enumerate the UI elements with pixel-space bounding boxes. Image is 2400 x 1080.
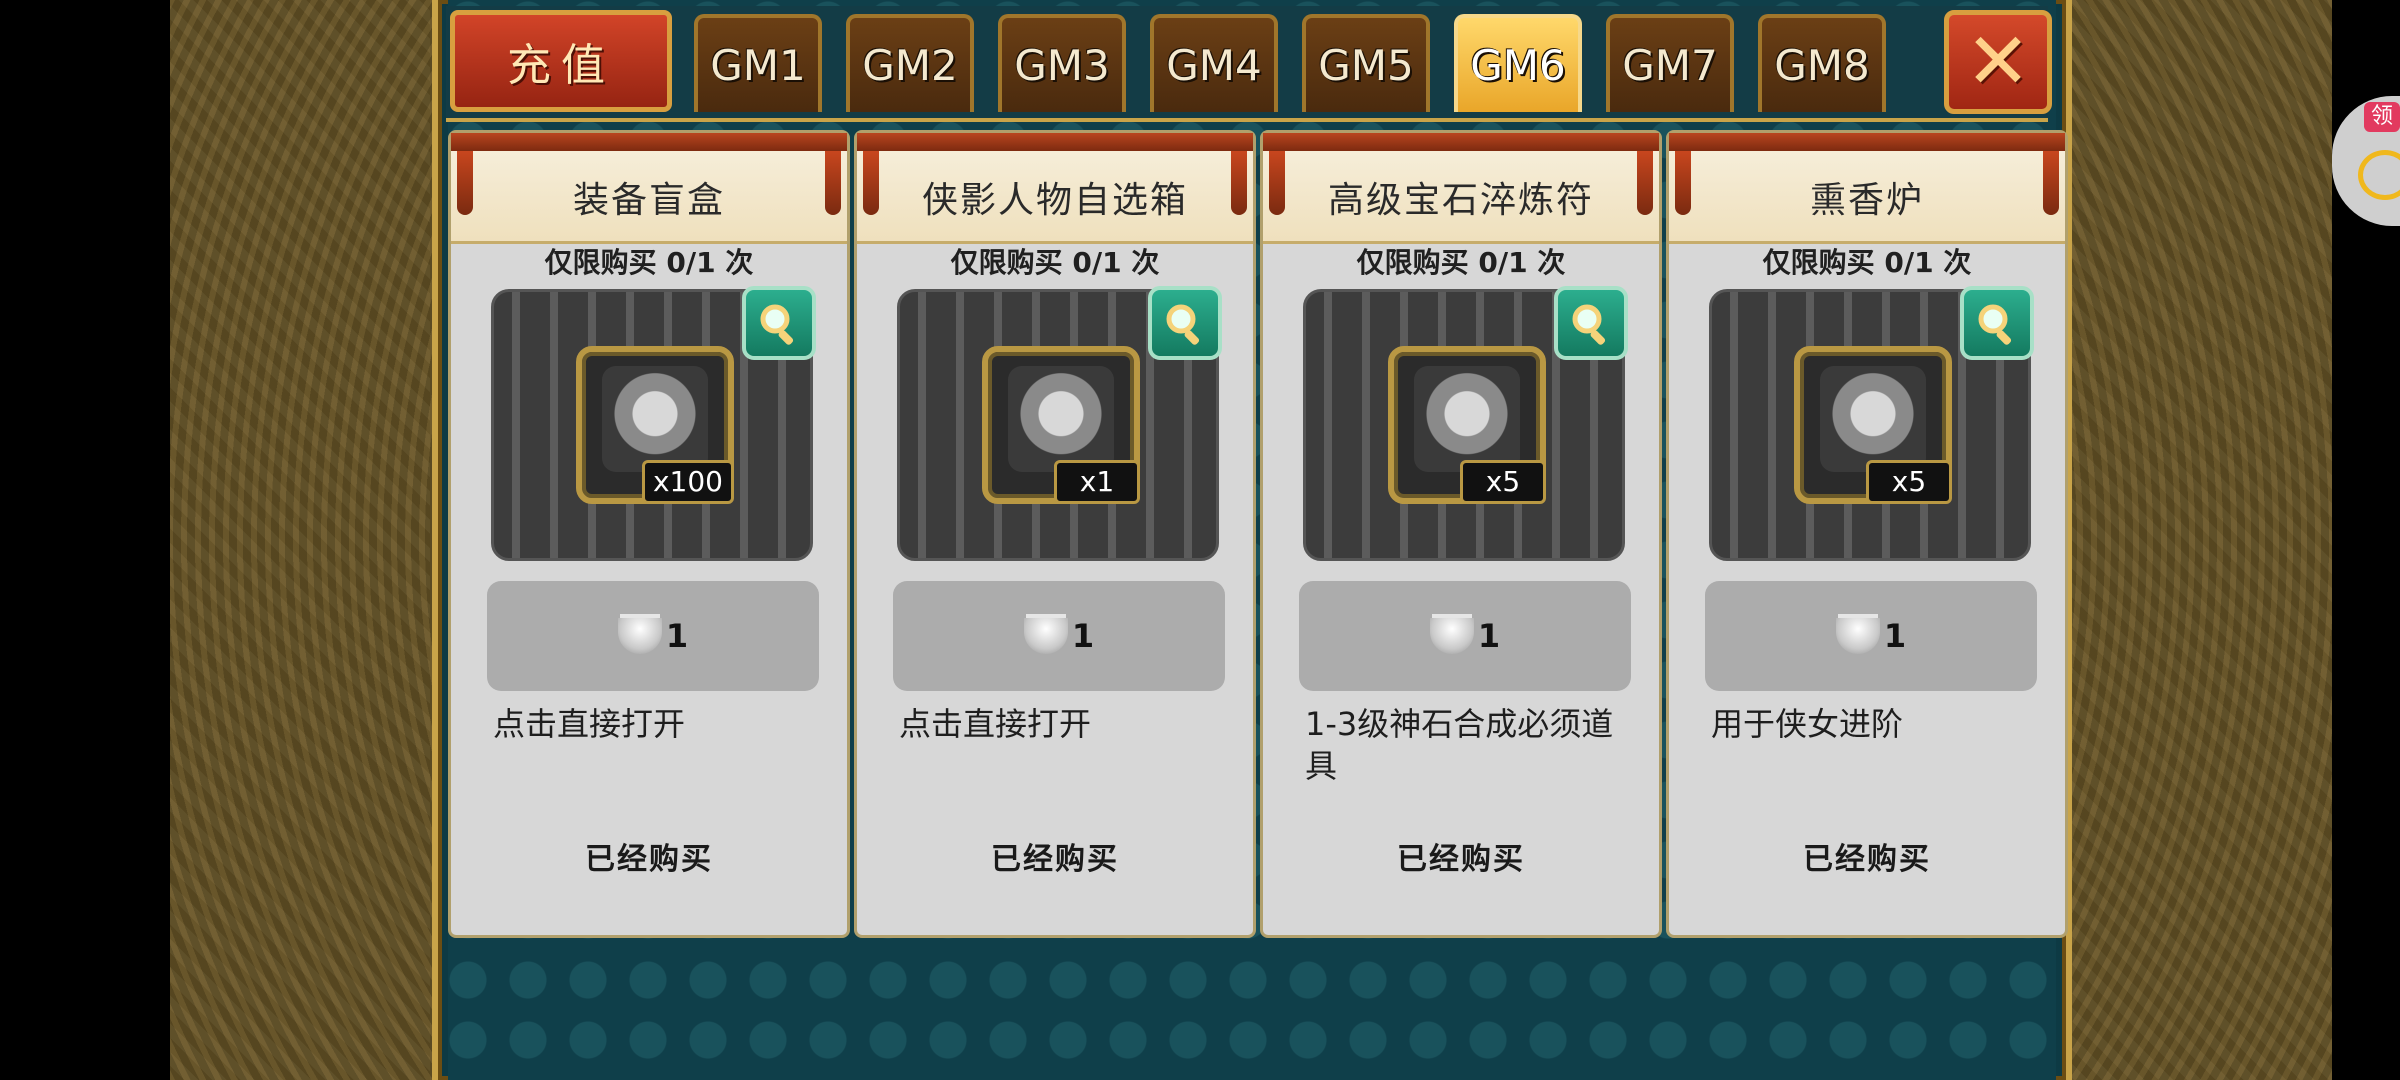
price: 1: [1477, 617, 1501, 655]
tab-gm3[interactable]: GM3: [998, 14, 1126, 112]
tab-gm1[interactable]: GM1: [694, 14, 822, 112]
background-pattern-left: [170, 0, 430, 1080]
item-display: x5: [1709, 286, 2034, 561]
purchase-status: 已经购买: [585, 842, 713, 877]
tab-gm4[interactable]: GM4: [1150, 14, 1278, 112]
buy-button[interactable]: 1: [1299, 581, 1631, 691]
silver-ingot-icon: [617, 618, 662, 654]
card-header: 装备盲盒: [451, 133, 847, 244]
card-header: 侠影人物自选箱: [857, 133, 1253, 244]
card-title: 高级宝石淬炼符: [1327, 180, 1594, 221]
purchase-limit: 仅限购买 0/1 次: [544, 246, 754, 279]
card-header: 熏香炉: [1669, 133, 2065, 244]
item-description: 用于侠女进阶: [1711, 705, 1904, 743]
purchase-status: 已经购买: [991, 842, 1119, 877]
buy-button[interactable]: 1: [487, 581, 819, 691]
close-button[interactable]: ✕: [1944, 10, 2052, 114]
item-quantity: x1: [1054, 460, 1140, 504]
recharge-tab[interactable]: 充值: [450, 10, 672, 112]
incense-burner-icon: [1820, 366, 1926, 472]
scroll-rod: [1669, 133, 2065, 151]
price: 1: [665, 617, 689, 655]
item-grid: 装备盲盒 仅限购买 0/1 次 x100 1 点击直接打开 已经购买 侠影人物自…: [448, 130, 2068, 938]
purchase-limit: 仅限购买 0/1 次: [950, 246, 1160, 279]
item-display: x1: [897, 286, 1222, 561]
purchase-limit: 仅限购买 0/1 次: [1356, 246, 1566, 279]
buy-button[interactable]: 1: [893, 581, 1225, 691]
card-title: 侠影人物自选箱: [921, 180, 1188, 221]
tab-gm7[interactable]: GM7: [1606, 14, 1734, 112]
card-header: 高级宝石淬炼符: [1263, 133, 1659, 244]
close-icon: ✕: [1965, 17, 2031, 107]
item-slot[interactable]: x100: [576, 346, 734, 504]
scroll-rod: [1263, 133, 1659, 151]
item-slot[interactable]: x5: [1388, 346, 1546, 504]
card-title: 熏香炉: [1809, 180, 1924, 221]
magnifier-button[interactable]: [1960, 286, 2034, 360]
purchase-limit: 仅限购买 0/1 次: [1762, 246, 1972, 279]
magnifier-icon: [1166, 304, 1200, 345]
item-slot[interactable]: x1: [982, 346, 1140, 504]
purchase-status: 已经购买: [1397, 842, 1525, 877]
price: 1: [1071, 617, 1095, 655]
purchase-status: 已经购买: [1803, 842, 1931, 877]
scroll-rod: [857, 133, 1253, 151]
reward-badge[interactable]: 领: [2364, 102, 2400, 132]
silver-ingot-icon: [1023, 618, 1068, 654]
tab-gm8[interactable]: GM8: [1758, 14, 1886, 112]
scroll-rod: [451, 133, 847, 151]
item-quantity: x5: [1866, 460, 1952, 504]
magnifier-icon: [1572, 304, 1606, 345]
silver-ingot-icon: [1835, 618, 1880, 654]
item-description: 1-3级神石合成必须道具: [1305, 705, 1614, 785]
item-description: 点击直接打开: [493, 705, 686, 743]
shop-card: 侠影人物自选箱 仅限购买 0/1 次 x1 1 点击直接打开 已经购买: [854, 130, 1256, 938]
magnifier-icon: [1978, 304, 2012, 345]
item-display: x5: [1303, 286, 1628, 561]
item-display: x100: [491, 286, 816, 561]
item-quantity: x100: [641, 460, 734, 504]
tab-gm5[interactable]: GM5: [1302, 14, 1430, 112]
treasure-chest-icon: [1008, 366, 1114, 472]
scroll-charm-icon: [1414, 366, 1520, 472]
magnifier-icon: [760, 304, 794, 345]
treasure-chest-icon: [602, 366, 708, 472]
background-pattern-right: [2060, 0, 2332, 1080]
shop-card: 高级宝石淬炼符 仅限购买 0/1 次 x5 1 1-3级神石合成必须道具 已经购…: [1260, 130, 1662, 938]
tab-gm2[interactable]: GM2: [846, 14, 974, 112]
silver-ingot-icon: [1429, 618, 1474, 654]
item-quantity: x5: [1460, 460, 1546, 504]
magnifier-button[interactable]: [1148, 286, 1222, 360]
card-title: 装备盲盒: [572, 180, 725, 221]
tab-gm6[interactable]: GM6: [1454, 14, 1582, 112]
buy-button[interactable]: 1: [1705, 581, 2037, 691]
shop-card: 熏香炉 仅限购买 0/1 次 x5 1 用于侠女进阶 已经购买: [1666, 130, 2068, 938]
shop-card: 装备盲盒 仅限购买 0/1 次 x100 1 点击直接打开 已经购买: [448, 130, 850, 938]
magnifier-button[interactable]: [742, 286, 816, 360]
item-description: 点击直接打开: [899, 705, 1092, 743]
price: 1: [1883, 617, 1907, 655]
magnifier-button[interactable]: [1554, 286, 1628, 360]
item-slot[interactable]: x5: [1794, 346, 1952, 504]
